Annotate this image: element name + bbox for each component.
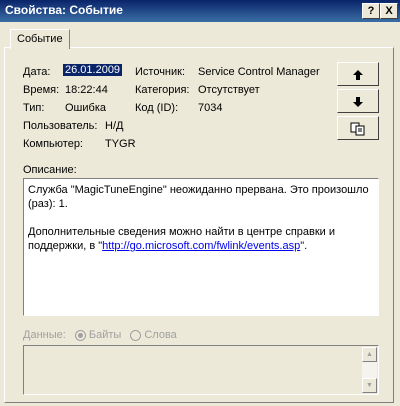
words-radio-indicator [130, 329, 142, 341]
data-textbox[interactable]: ▲ ▼ [23, 345, 379, 395]
scroll-up-button[interactable]: ▲ [362, 347, 377, 362]
data-label: Данные: [23, 329, 66, 341]
computer-label: Компьютер: [23, 138, 83, 150]
copy-button[interactable] [337, 116, 379, 140]
date-label: Дата: [23, 66, 51, 78]
source-value[interactable]: Service Control Manager [198, 66, 320, 78]
data-scrollbar[interactable]: ▲ ▼ [362, 347, 377, 393]
event-id-value[interactable]: 7034 [198, 102, 222, 114]
description-label: Описание: [23, 164, 77, 176]
title-bar[interactable]: Свойства: Событие ? X [0, 0, 400, 22]
type-label: Тип: [23, 102, 45, 114]
data-format-row: Данные: Байты Слова [23, 329, 177, 341]
words-radio-label: Слова [144, 329, 177, 341]
scroll-down-button[interactable]: ▼ [362, 378, 377, 393]
description-textbox[interactable]: Служба "MagicTuneEngine" неожиданно прер… [23, 178, 379, 316]
user-label: Пользователь: [23, 120, 98, 132]
help-link[interactable]: http://go.microsoft.com/fwlink/events.as… [102, 240, 300, 252]
event-id-label: Код (ID): [135, 102, 179, 114]
copy-icon [350, 122, 365, 136]
bytes-radio[interactable]: Байты [74, 329, 122, 341]
window-title: Свойства: Событие [5, 3, 123, 17]
next-event-button[interactable] [337, 89, 379, 113]
time-label: Время: [23, 84, 60, 96]
type-value[interactable]: Ошибка [65, 102, 106, 114]
tab-event[interactable]: Событие [10, 29, 70, 49]
date-value[interactable]: 26.01.2009 [63, 64, 123, 76]
help-button[interactable]: ? [362, 3, 380, 19]
arrow-up-icon [353, 70, 363, 81]
previous-event-button[interactable] [337, 62, 379, 86]
close-button[interactable]: X [380, 3, 398, 19]
category-value[interactable]: Отсутствует [198, 84, 260, 96]
scroll-track[interactable] [362, 362, 377, 378]
description-line-2: Дополнительные сведения можно найти в це… [28, 225, 374, 253]
time-value[interactable]: 18:22:44 [65, 84, 108, 96]
arrow-down-icon [353, 97, 363, 108]
description-line-1: Служба "MagicTuneEngine" неожиданно прер… [28, 184, 369, 210]
words-radio[interactable]: Слова [130, 329, 177, 341]
computer-value[interactable]: TYGR [105, 138, 136, 150]
description-line-2-suffix: ". [300, 240, 308, 252]
bytes-radio-indicator [74, 329, 86, 341]
user-value[interactable]: Н/Д [105, 120, 123, 132]
tab-event-label: Событие [17, 33, 63, 45]
bytes-radio-label: Байты [88, 329, 122, 341]
source-label: Источник: [135, 66, 186, 78]
category-label: Категория: [135, 84, 190, 96]
